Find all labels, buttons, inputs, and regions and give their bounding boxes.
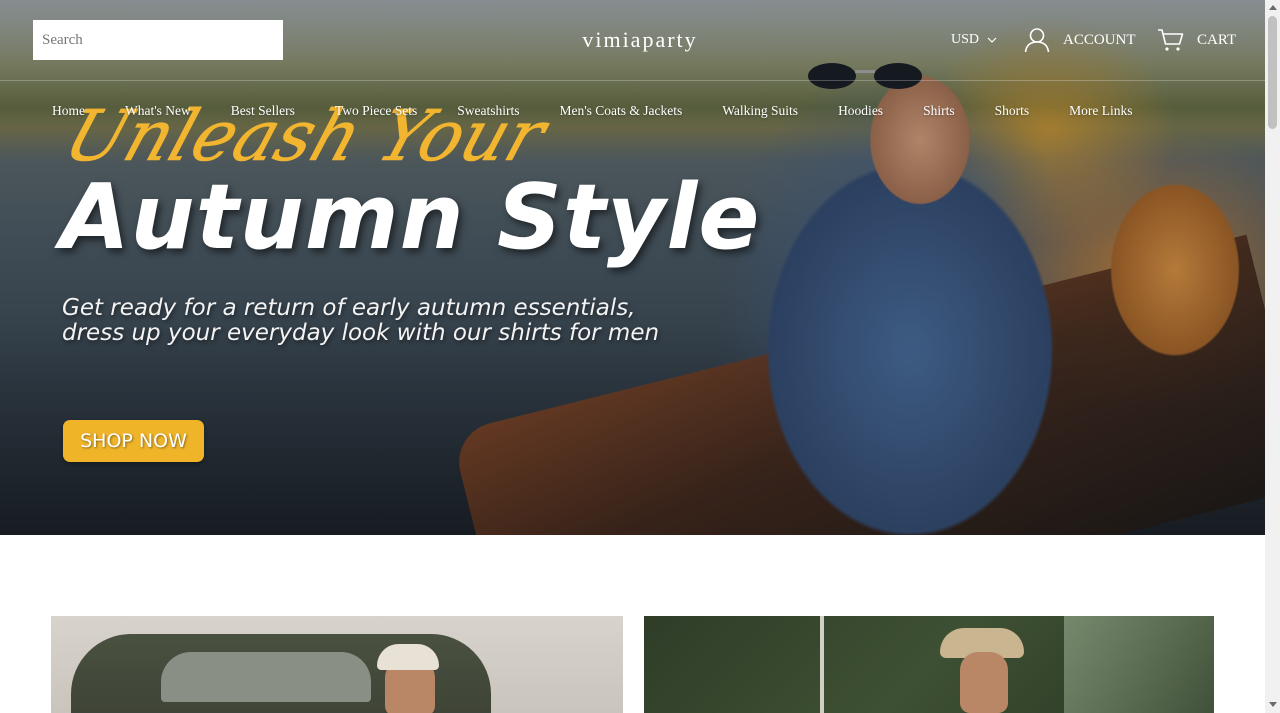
collection-card-left[interactable] [51, 616, 623, 713]
nav-item-shirts[interactable]: Shirts [923, 103, 955, 121]
user-icon [1024, 28, 1050, 53]
truck-window-image [161, 652, 371, 702]
shop-now-button[interactable]: SHOP NOW [63, 420, 204, 462]
hero-headline: Autumn Style [60, 165, 761, 270]
account-label: ACCOUNT [1063, 31, 1136, 48]
nav-item-home[interactable]: Home [52, 103, 85, 121]
scroll-down-arrow-icon[interactable] [1269, 702, 1277, 707]
nav-item-best-sellers[interactable]: Best Sellers [231, 103, 295, 121]
cart-icon [1158, 29, 1184, 51]
collection-card-right[interactable] [644, 616, 1214, 713]
nav-item-whats-new[interactable]: What's New [125, 103, 191, 121]
sunglasses-graphic [808, 63, 922, 89]
scrollbar-thumb[interactable] [1268, 16, 1277, 129]
hero-subcopy: Get ready for a return of early autumn e… [62, 296, 702, 346]
main-nav: Home What's New Best Sellers Two Piece S… [52, 103, 1132, 121]
nav-item-hoodies[interactable]: Hoodies [838, 103, 883, 121]
hero-subcopy-line-1: Get ready for a return of early autumn e… [62, 295, 636, 321]
model-image [720, 20, 1120, 535]
page-scrollbar[interactable] [1265, 0, 1280, 713]
chevron-down-icon [987, 37, 997, 43]
nav-item-shorts[interactable]: Shorts [995, 103, 1030, 121]
tent-image [1064, 616, 1214, 713]
tent-pole-image [820, 616, 824, 713]
nav-item-two-piece-sets[interactable]: Two Piece Sets [335, 103, 417, 121]
cart-label: CART [1197, 31, 1237, 48]
header-divider [0, 80, 1265, 81]
search-input[interactable] [33, 20, 283, 60]
nav-item-mens-coats-jackets[interactable]: Men's Coats & Jackets [559, 103, 682, 121]
nav-item-walking-suits[interactable]: Walking Suits [722, 103, 798, 121]
nav-item-sweatshirts[interactable]: Sweatshirts [457, 103, 519, 121]
cap-image [377, 644, 439, 670]
currency-label: USD [951, 32, 980, 47]
account-link[interactable]: ACCOUNT [1024, 26, 1136, 54]
site-logo[interactable]: vimiaparty [540, 27, 740, 53]
nav-item-more-links[interactable]: More Links [1069, 103, 1132, 121]
cart-link[interactable]: CART [1157, 26, 1236, 54]
model-face-image [960, 652, 1008, 713]
scroll-up-arrow-icon[interactable] [1269, 5, 1277, 10]
currency-selector[interactable]: USD [951, 31, 997, 49]
dog-image [1085, 150, 1265, 390]
hero-subcopy-line-2: dress up your everyday look with our shi… [62, 320, 660, 346]
